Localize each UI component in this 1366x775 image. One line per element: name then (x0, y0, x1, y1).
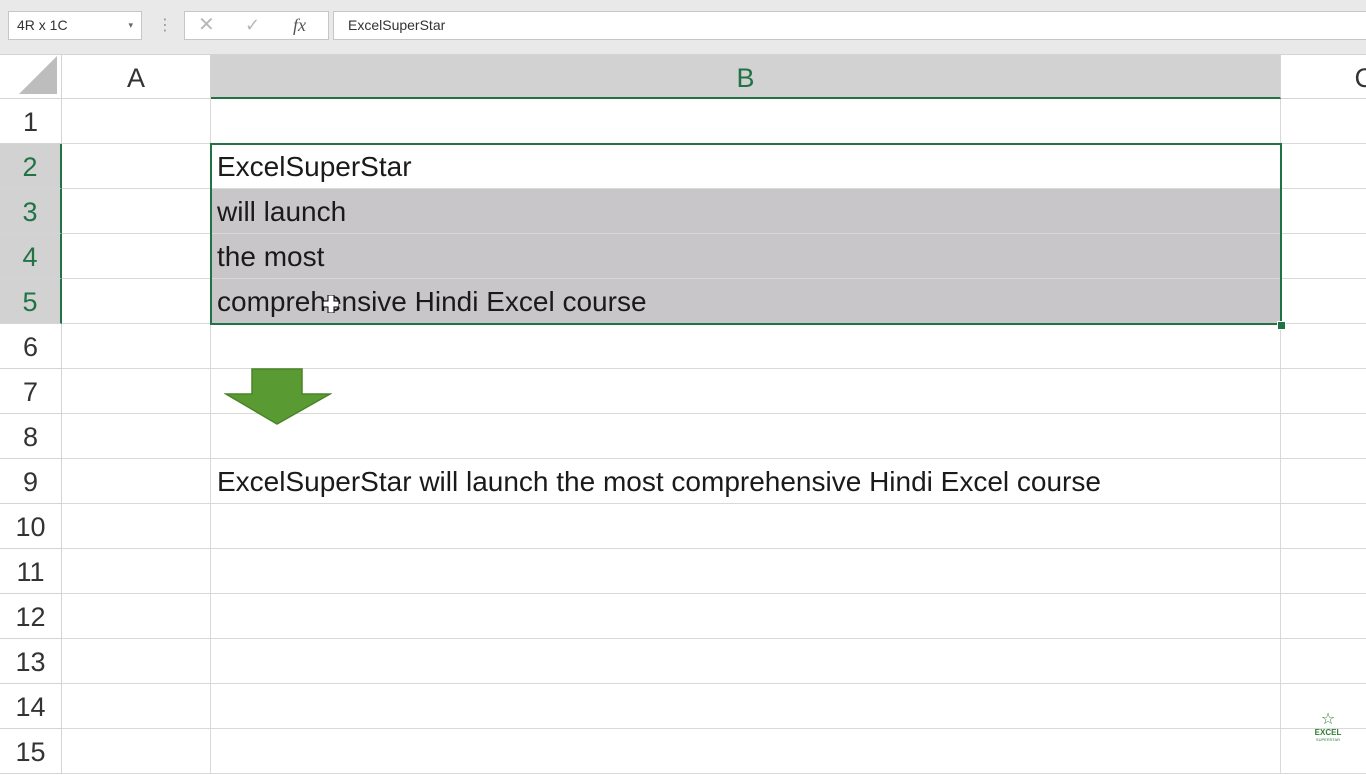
sheet-row: 15 (0, 729, 1366, 774)
cell-b1[interactable] (211, 99, 1281, 144)
row-header[interactable]: 5 (0, 279, 62, 324)
name-box-value: 4R x 1C (17, 17, 68, 33)
row-header[interactable]: 15 (0, 729, 62, 774)
cell-b12[interactable] (211, 594, 1281, 639)
fill-handle[interactable] (1277, 321, 1286, 330)
row-header[interactable]: 3 (0, 189, 62, 234)
sheet-row: 10 (0, 504, 1366, 549)
row-header[interactable]: 10 (0, 504, 62, 549)
column-header-a[interactable]: A (62, 55, 211, 99)
sheet-row: 6 (0, 324, 1366, 369)
sheet-row: 11 (0, 549, 1366, 594)
row-header[interactable]: 14 (0, 684, 62, 729)
row-header[interactable]: 8 (0, 414, 62, 459)
sheet-row: 12 (0, 594, 1366, 639)
name-box[interactable]: 4R x 1C ▾ (8, 11, 142, 40)
cell-c7[interactable] (1281, 369, 1366, 414)
cell-a11[interactable] (62, 549, 211, 594)
sheet-row: 3 will launch (0, 189, 1366, 234)
enter-icon[interactable]: ✓ (245, 12, 260, 39)
sheet-row: 2 ExcelSuperStar (0, 144, 1366, 189)
more-options-icon[interactable]: ⋮ (157, 13, 167, 39)
sheet-row: 7 (0, 369, 1366, 414)
cell-c10[interactable] (1281, 504, 1366, 549)
cell-b9[interactable]: ExcelSuperStar will launch the most comp… (211, 459, 1281, 504)
cell-b4[interactable]: the most (211, 234, 1281, 279)
cell-a13[interactable] (62, 639, 211, 684)
row-header[interactable]: 1 (0, 99, 62, 144)
chevron-down-icon[interactable]: ▾ (128, 12, 133, 39)
logo-text-line2: SUPERSTAR (1310, 737, 1346, 742)
cell-b8[interactable] (211, 414, 1281, 459)
sheet-row: 1 (0, 99, 1366, 144)
cell-c3[interactable] (1281, 189, 1366, 234)
cell-c4[interactable] (1281, 234, 1366, 279)
insert-function-icon[interactable]: fx (293, 12, 306, 39)
sheet-row: 8 (0, 414, 1366, 459)
row-header[interactable]: 7 (0, 369, 62, 414)
select-all-triangle-icon (19, 56, 57, 94)
cell-a2[interactable] (62, 144, 211, 189)
cell-a5[interactable] (62, 279, 211, 324)
cell-b7[interactable] (211, 369, 1281, 414)
cell-c5[interactable] (1281, 279, 1366, 324)
star-icon: ☆ (1310, 712, 1346, 728)
cancel-icon[interactable]: ✕ (198, 12, 215, 39)
cell-c6[interactable] (1281, 324, 1366, 369)
cell-a15[interactable] (62, 729, 211, 774)
column-header-c[interactable]: C (1281, 55, 1366, 99)
column-header-c-label: C (1355, 55, 1366, 101)
cell-c12[interactable] (1281, 594, 1366, 639)
logo-text-line1: EXCEL (1310, 728, 1346, 737)
cell-b3[interactable]: will launch (211, 189, 1281, 234)
row-header[interactable]: 9 (0, 459, 62, 504)
cell-a3[interactable] (62, 189, 211, 234)
cell-a7[interactable] (62, 369, 211, 414)
sheet-row: 5 comprehensive Hindi Excel course (0, 279, 1366, 324)
arrow-down-icon (224, 368, 332, 426)
cell-b6[interactable] (211, 324, 1281, 369)
cell-c2[interactable] (1281, 144, 1366, 189)
cell-a14[interactable] (62, 684, 211, 729)
column-header-b[interactable]: B (211, 55, 1281, 99)
row-header[interactable]: 13 (0, 639, 62, 684)
sheet-row: 4 the most (0, 234, 1366, 279)
cell-b11[interactable] (211, 549, 1281, 594)
sheet-row: 9 ExcelSuperStar will launch the most co… (0, 459, 1366, 504)
formula-bar: 4R x 1C ▾ ⋮ ✕ ✓ fx ExcelSuperStar (0, 0, 1366, 55)
formula-controls: ✕ ✓ fx (184, 11, 329, 40)
cell-c8[interactable] (1281, 414, 1366, 459)
cell-b2[interactable]: ExcelSuperStar (211, 144, 1281, 189)
cell-b15[interactable] (211, 729, 1281, 774)
excel-superstar-logo: ☆ EXCEL SUPERSTAR (1310, 712, 1346, 748)
cell-b13[interactable] (211, 639, 1281, 684)
cell-a4[interactable] (62, 234, 211, 279)
row-header[interactable]: 11 (0, 549, 62, 594)
cell-a1[interactable] (62, 99, 211, 144)
cell-b14[interactable] (211, 684, 1281, 729)
cell-c9[interactable] (1281, 459, 1366, 504)
cursor-icon (323, 295, 339, 313)
row-header[interactable]: 6 (0, 324, 62, 369)
row-header[interactable]: 4 (0, 234, 62, 279)
cell-c11[interactable] (1281, 549, 1366, 594)
cell-a8[interactable] (62, 414, 211, 459)
cell-a12[interactable] (62, 594, 211, 639)
row-header[interactable]: 2 (0, 144, 62, 189)
row-header[interactable]: 12 (0, 594, 62, 639)
cell-c13[interactable] (1281, 639, 1366, 684)
cell-b10[interactable] (211, 504, 1281, 549)
cell-b5[interactable]: comprehensive Hindi Excel course (211, 279, 1281, 324)
cell-a10[interactable] (62, 504, 211, 549)
select-all-button[interactable] (0, 55, 62, 99)
sheet-row: 14 (0, 684, 1366, 729)
cell-a6[interactable] (62, 324, 211, 369)
sheet-row: 13 (0, 639, 1366, 684)
formula-input[interactable]: ExcelSuperStar (333, 11, 1366, 40)
cell-c1[interactable] (1281, 99, 1366, 144)
cell-a9[interactable] (62, 459, 211, 504)
